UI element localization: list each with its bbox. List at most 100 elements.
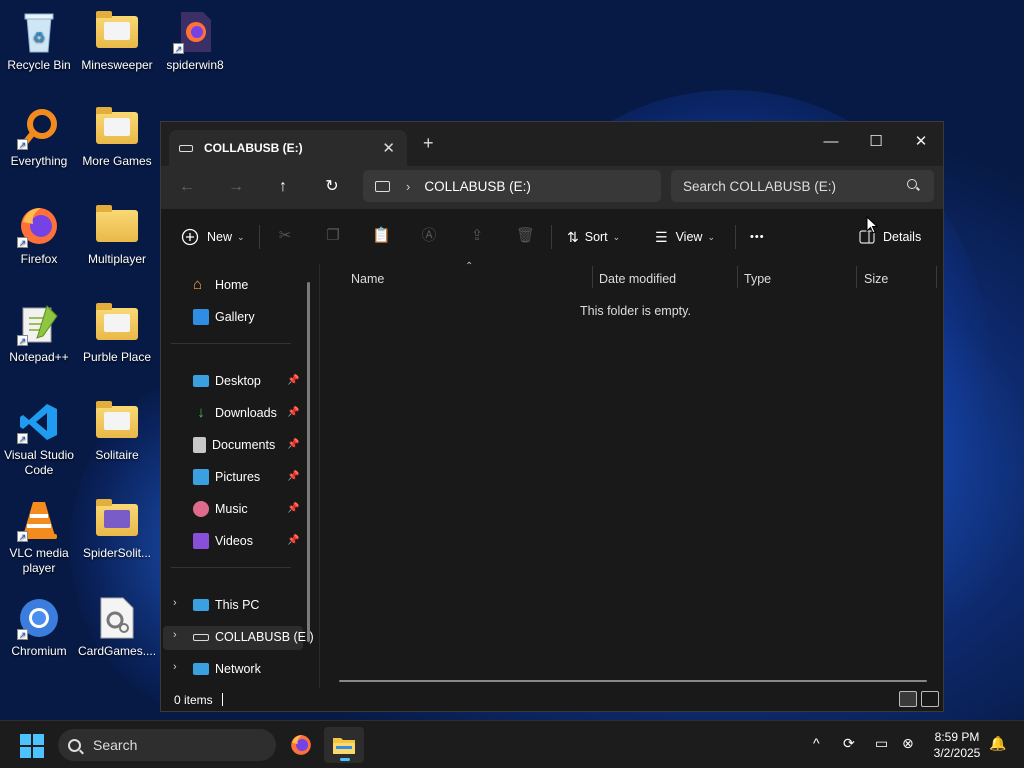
column-divider[interactable] <box>737 266 738 288</box>
address-bar: ← → ↑ ↻ › COLLABUSB (E:) <box>161 166 943 208</box>
paste-icon[interactable]: 📋 <box>372 227 391 245</box>
column-header-name[interactable]: Name <box>351 268 384 290</box>
pin-icon[interactable]: 📌 <box>287 535 299 546</box>
tab-collabusb[interactable]: COLLABUSB (E:) ✕ <box>169 130 407 166</box>
desktop-icon-cardgames[interactable]: CardGames.... <box>78 596 156 659</box>
column-divider[interactable] <box>592 266 593 288</box>
expand-chevron-icon[interactable]: › <box>173 629 177 641</box>
sidebar-item-desktop[interactable]: Desktop <box>193 370 261 392</box>
breadcrumb-path[interactable]: COLLABUSB (E:) <box>424 179 531 194</box>
column-header-size[interactable]: Size <box>864 268 888 290</box>
desktop-icon-spiderwin8[interactable]: ↗ spiderwin8 <box>156 10 234 73</box>
notifications-bell-icon[interactable]: 🔔 <box>989 735 1006 752</box>
show-hidden-icons-button[interactable]: ^ <box>813 735 820 751</box>
column-divider[interactable] <box>856 266 857 288</box>
desktop-icon-firefox[interactable]: ↗ Firefox <box>0 204 78 267</box>
view-button[interactable]: ☰ View ⌄ <box>655 225 715 249</box>
desktop-icon-minesweeper[interactable]: Minesweeper <box>78 10 156 73</box>
new-tab-button[interactable]: + <box>423 133 434 154</box>
chevron-down-icon: ⌄ <box>237 231 245 242</box>
column-header-type[interactable]: Type <box>744 268 771 290</box>
close-window-button[interactable]: ✕ <box>901 128 941 156</box>
desktop-icon-everything[interactable]: ↗ Everything <box>0 106 78 169</box>
nav-scrollbar[interactable] <box>307 282 310 642</box>
everything-icon: ↗ <box>17 106 61 150</box>
desktop-icon-purble-place[interactable]: Purble Place <box>78 302 156 365</box>
sidebar-item-gallery[interactable]: Gallery <box>193 306 255 328</box>
more-options-button[interactable]: ••• <box>750 225 765 249</box>
taskbar-search-label: Search <box>93 737 138 753</box>
new-button[interactable]: New ⌄ <box>181 225 245 249</box>
breadcrumb[interactable]: › COLLABUSB (E:) <box>363 170 661 202</box>
back-button[interactable]: ← <box>173 174 201 200</box>
sidebar-item-collabusb[interactable]: COLLABUSB (E:) <box>193 626 314 648</box>
taskbar-clock[interactable]: 8:59 PM 3/2/2025 <box>924 729 990 761</box>
sidebar-item-network[interactable]: Network <box>193 658 261 680</box>
clock-date: 3/2/2025 <box>933 746 981 760</box>
pin-icon[interactable]: 📌 <box>287 375 299 386</box>
notepad-plus-plus-icon: ↗ <box>17 302 61 346</box>
pin-icon[interactable]: 📌 <box>287 439 299 450</box>
sidebar-item-pictures[interactable]: Pictures <box>193 466 260 488</box>
sidebar-item-home[interactable]: ⌂ Home <box>193 274 248 296</box>
expand-chevron-icon[interactable]: › <box>173 661 177 673</box>
new-button-label: New <box>207 230 233 244</box>
sidebar-item-label: Videos <box>215 534 253 548</box>
sort-icon: ⇅ <box>567 228 579 245</box>
refresh-button[interactable]: ↻ <box>318 174 346 200</box>
maximize-button[interactable]: ☐ <box>856 128 896 156</box>
desktop-icon-recycle-bin[interactable]: ♻ Recycle Bin <box>0 10 78 73</box>
desktop-icon-chromium[interactable]: ↗ Chromium <box>0 596 78 659</box>
shortcut-arrow-icon: ↗ <box>17 139 28 150</box>
sidebar-item-music[interactable]: Music <box>193 498 248 520</box>
rename-icon[interactable]: Ⓐ <box>420 227 438 245</box>
network-status-icon[interactable]: ▭ <box>875 735 888 752</box>
delete-icon[interactable]: 🗑 <box>516 227 535 245</box>
volume-muted-icon[interactable]: ⊗ <box>902 735 914 752</box>
expand-chevron-icon[interactable]: › <box>173 597 177 609</box>
status-bar: 0 items <box>161 688 943 711</box>
sidebar-item-videos[interactable]: Videos <box>193 530 253 552</box>
sync-icon[interactable]: ⟳ <box>843 735 855 752</box>
sort-button[interactable]: ⇅ Sort ⌄ <box>567 225 620 249</box>
desktop-icon-multiplayer[interactable]: Multiplayer <box>78 204 156 267</box>
desktop-icon-spidersolitaire[interactable]: SpiderSolit... <box>78 498 156 561</box>
large-icons-view-icon[interactable] <box>921 691 939 707</box>
music-icon <box>193 501 209 517</box>
desktop-icon-notepad-plus-plus[interactable]: ↗ Notepad++ <box>0 302 78 365</box>
desktop-icon-solitaire[interactable]: Solitaire <box>78 400 156 463</box>
pin-icon[interactable]: 📌 <box>287 503 299 514</box>
search-input[interactable] <box>671 170 934 202</box>
desktop-icon-more-games[interactable]: More Games <box>78 106 156 169</box>
sidebar-item-documents[interactable]: Documents <box>193 434 275 456</box>
cut-icon[interactable]: ✂ <box>276 227 294 245</box>
taskbar-firefox[interactable] <box>281 727 321 763</box>
item-count: 0 items <box>174 693 213 707</box>
share-icon[interactable]: ⇪ <box>468 227 486 245</box>
desktop-icon-vlc[interactable]: ↗ VLC media player <box>0 498 78 576</box>
up-button[interactable]: ↑ <box>269 174 297 200</box>
chevron-down-icon: ⌄ <box>707 231 715 242</box>
svg-text:♻: ♻ <box>33 29 46 45</box>
details-view-icon[interactable] <box>899 691 917 707</box>
horizontal-scrollbar[interactable] <box>339 680 927 682</box>
taskbar: Search ^ ⟳ ▭ ⊗ 8:59 PM 3/2/2025 🔔 <box>0 720 1024 768</box>
forward-button[interactable]: → <box>222 174 250 200</box>
windows-start-icon[interactable] <box>20 734 44 758</box>
desktop-icon-label: Visual Studio Code <box>4 448 74 477</box>
column-header-date-modified[interactable]: Date modified <box>599 268 676 290</box>
pin-icon[interactable]: 📌 <box>287 471 299 482</box>
this-pc-icon <box>193 599 209 611</box>
taskbar-search[interactable]: Search <box>58 729 276 761</box>
desktop-icon-vscode[interactable]: ↗ Visual Studio Code <box>0 400 78 478</box>
documents-icon <box>193 437 206 453</box>
sidebar-item-downloads[interactable]: ↓ Downloads <box>193 402 277 424</box>
column-divider[interactable] <box>936 266 937 288</box>
taskbar-file-explorer[interactable] <box>324 727 364 763</box>
pin-icon[interactable]: 📌 <box>287 407 299 418</box>
close-tab-button[interactable]: ✕ <box>382 139 395 157</box>
sidebar-item-label: This PC <box>215 598 260 612</box>
copy-icon[interactable]: ❐ <box>324 227 342 245</box>
minimize-button[interactable]: — <box>811 128 851 156</box>
sidebar-item-this-pc[interactable]: This PC <box>193 594 259 616</box>
